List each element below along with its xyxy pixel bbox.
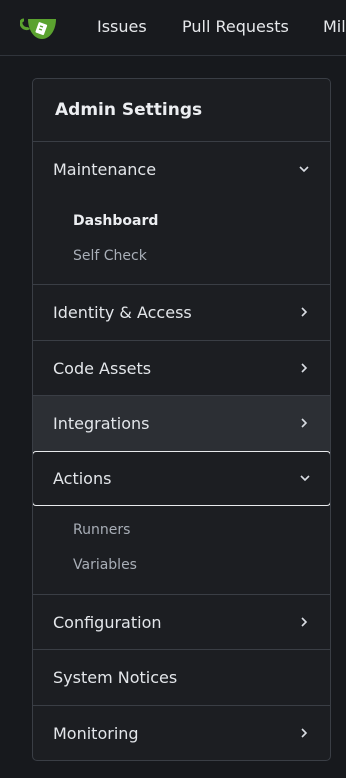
section-label: Configuration (53, 613, 162, 632)
admin-settings-panel: Admin Settings Maintenance Dashboard Sel… (32, 78, 331, 761)
section-code-assets: Code Assets (33, 341, 330, 396)
nav-issues[interactable]: Issues (97, 17, 147, 37)
submenu-runners[interactable]: Runners (73, 521, 130, 539)
nav-pull-requests[interactable]: Pull Requests (182, 17, 289, 37)
submenu-dashboard[interactable]: Dashboard (73, 212, 158, 230)
section-monitoring: Monitoring (33, 706, 330, 760)
section-label: System Notices (53, 668, 178, 687)
section-label: Code Assets (53, 359, 152, 378)
section-label: Identity & Access (53, 303, 192, 322)
chevron-down-icon (300, 475, 310, 482)
section-identity-access: Identity & Access (33, 285, 330, 341)
section-header-configuration[interactable]: Configuration (33, 595, 330, 650)
section-header-integrations[interactable]: Integrations (33, 396, 330, 451)
panel-title: Admin Settings (33, 79, 330, 142)
chevron-right-icon (301, 363, 308, 373)
chevron-right-icon (301, 617, 308, 627)
chevron-right-icon (301, 728, 308, 738)
section-header-identity-access[interactable]: Identity & Access (33, 285, 330, 340)
section-header-code-assets[interactable]: Code Assets (33, 341, 330, 396)
gitea-teacup-icon[interactable] (20, 14, 60, 42)
section-maintenance: Maintenance Dashboard Self Check (33, 142, 330, 285)
section-header-system-notices[interactable]: System Notices (33, 650, 330, 705)
section-label: Maintenance (53, 160, 157, 179)
chevron-right-icon (301, 307, 308, 317)
nav-milestones[interactable]: Mil (323, 17, 346, 37)
submenu-variables[interactable]: Variables (73, 556, 137, 574)
section-actions: Actions Runners Variables (33, 451, 330, 595)
section-integrations: Integrations (33, 396, 330, 451)
section-system-notices: System Notices (33, 650, 330, 706)
section-label: Monitoring (53, 724, 139, 743)
section-configuration: Configuration (33, 595, 330, 650)
section-header-maintenance[interactable]: Maintenance (33, 142, 330, 197)
section-header-actions[interactable]: Actions (33, 451, 330, 506)
chevron-right-icon (301, 418, 308, 428)
chevron-down-icon (299, 166, 309, 173)
section-header-monitoring[interactable]: Monitoring (33, 706, 330, 760)
top-navbar: Issues Pull Requests Mil (0, 0, 346, 56)
section-label: Integrations (53, 414, 150, 433)
section-label: Actions (53, 469, 112, 488)
submenu-self-check[interactable]: Self Check (73, 247, 147, 265)
